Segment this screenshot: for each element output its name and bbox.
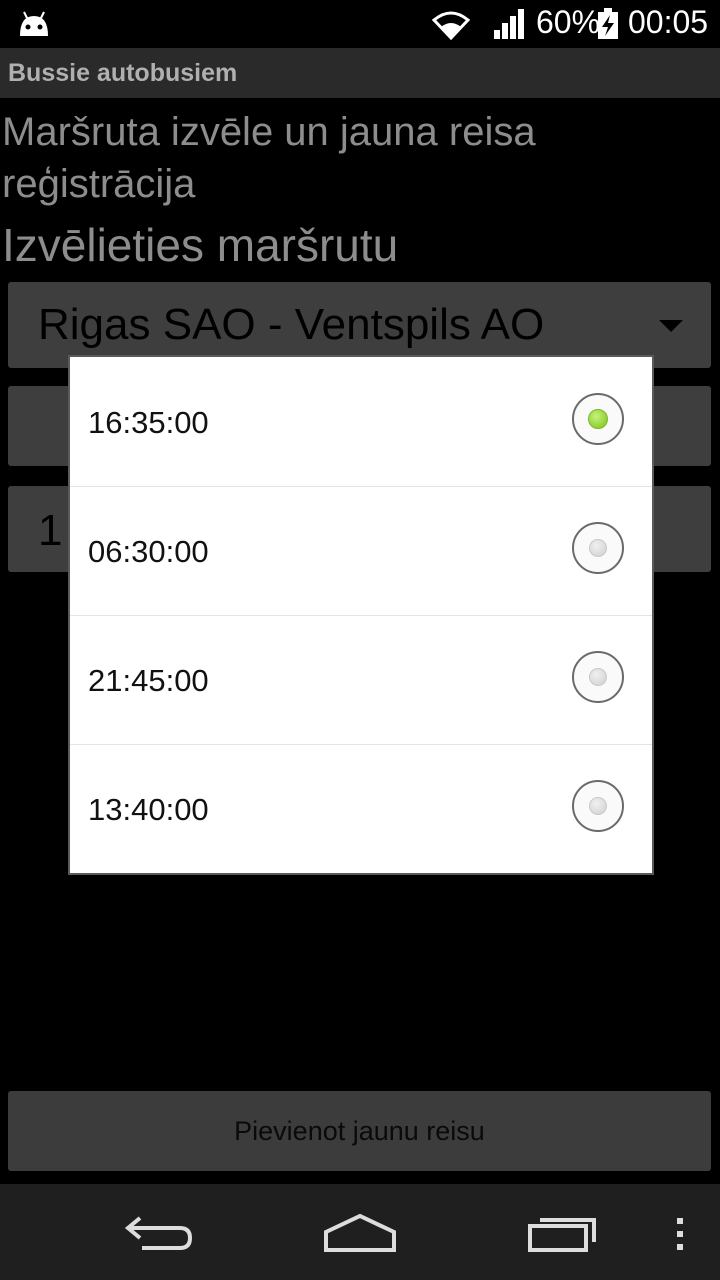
clock: 00:05: [628, 4, 709, 40]
page-heading: Maršruta izvēle un jauna reisa reģistrāc…: [2, 110, 536, 206]
add-trip-button[interactable]: Pievienot jaunu reisu: [8, 1091, 711, 1171]
date-field-value: 1: [38, 506, 63, 555]
signal-icon: [494, 9, 524, 39]
battery-percent: 60%: [536, 4, 601, 40]
app-title-bar: Bussie autobusiem: [0, 48, 720, 98]
radio-button[interactable]: [572, 651, 624, 703]
home-icon[interactable]: [322, 1212, 398, 1252]
status-bar: 60% 00:05: [0, 0, 720, 48]
time-option-label: 06:30:00: [88, 534, 209, 569]
route-spinner-value: Rigas SAO - Ventspils AO: [38, 300, 545, 349]
radio-button-checked[interactable]: [572, 393, 624, 445]
app-title: Bussie autobusiem: [8, 59, 238, 87]
time-option[interactable]: 16:35:00: [70, 357, 652, 487]
android-icon: [20, 11, 48, 36]
route-prompt: Izvēlieties maršrutu: [2, 219, 399, 271]
battery-charging-icon: [598, 8, 618, 39]
time-option[interactable]: 21:45:00: [70, 615, 652, 745]
time-select-dialog: 16:35:00 06:30:00 21:45:00 13:40:00: [68, 355, 654, 875]
back-icon[interactable]: [122, 1212, 196, 1252]
time-option-label: 13:40:00: [88, 792, 209, 827]
recent-apps-icon[interactable]: [526, 1210, 600, 1254]
navigation-bar: [0, 1184, 720, 1280]
time-option[interactable]: 13:40:00: [70, 744, 652, 873]
dropdown-arrow-icon: [659, 320, 683, 332]
wifi-icon: [431, 11, 471, 40]
add-trip-button-label: Pievienot jaunu reisu: [234, 1115, 485, 1146]
radio-button[interactable]: [572, 522, 624, 574]
time-option-label: 21:45:00: [88, 663, 209, 698]
menu-icon[interactable]: [672, 1214, 688, 1254]
time-option-label: 16:35:00: [88, 405, 209, 440]
radio-button[interactable]: [572, 780, 624, 832]
time-option[interactable]: 06:30:00: [70, 486, 652, 616]
